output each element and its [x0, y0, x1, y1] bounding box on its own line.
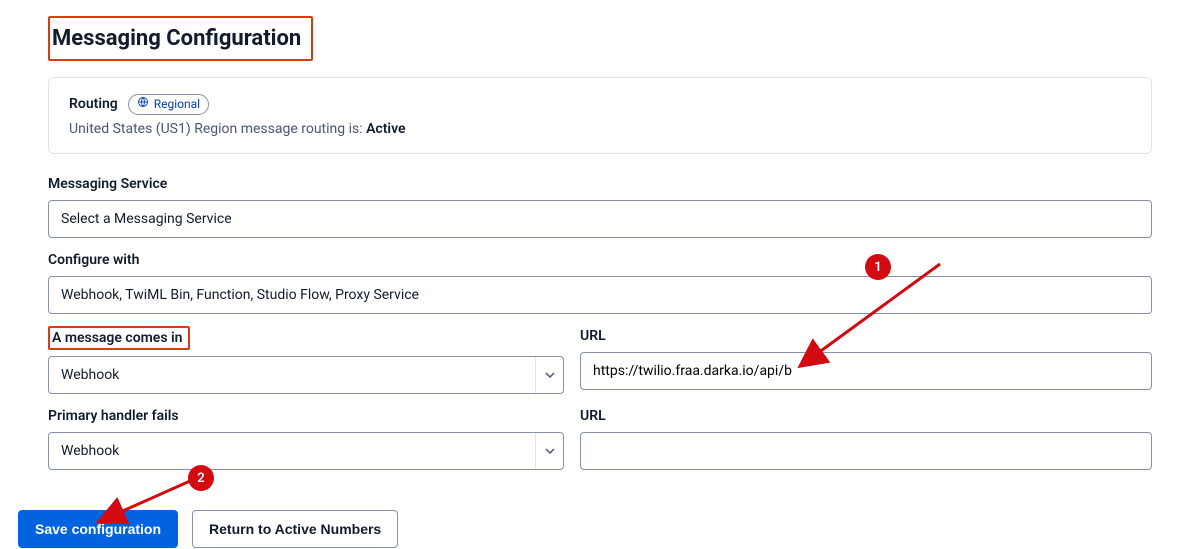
routing-status-value: Active [366, 121, 405, 137]
messaging-service-block: Messaging Service Select a Messaging Ser… [48, 174, 1152, 238]
configure-with-select-wrapper: Webhook, TwiML Bin, Function, Studio Flo… [48, 276, 1152, 314]
configure-with-label: Configure with [48, 250, 145, 270]
message-comes-in-col: A message comes in Webhook [48, 326, 564, 394]
regional-pill[interactable]: Regional [128, 94, 209, 115]
regional-pill-label: Regional [154, 96, 200, 113]
primary-url-label: URL [580, 406, 612, 426]
message-url-label: URL [580, 326, 612, 346]
save-button[interactable]: Save configuration [18, 510, 178, 548]
primary-url-col: URL [580, 406, 1152, 470]
message-comes-in-label: A message comes in [48, 326, 190, 350]
button-row: Save configuration Return to Active Numb… [18, 510, 1200, 548]
routing-box: Routing Regional United States (US1) Reg… [48, 77, 1152, 154]
message-url-col: URL [580, 326, 1152, 394]
configure-with-block: Configure with Webhook, TwiML Bin, Funct… [48, 250, 1152, 314]
page-title: Messaging Configuration [48, 16, 313, 61]
message-comes-in-row: A message comes in Webhook URL [48, 326, 1152, 394]
messaging-config-panel: Messaging Configuration Routing Regional… [18, 6, 1182, 490]
message-comes-in-select[interactable]: Webhook [48, 356, 564, 394]
message-comes-in-select-wrapper: Webhook [48, 356, 564, 394]
primary-handler-label: Primary handler fails [48, 406, 185, 426]
primary-handler-col: Primary handler fails Webhook [48, 406, 564, 470]
routing-status-prefix: United States (US1) Region message routi… [69, 121, 366, 137]
configure-with-select[interactable]: Webhook, TwiML Bin, Function, Studio Flo… [48, 276, 1152, 314]
globe-icon [137, 96, 149, 113]
routing-label: Routing [69, 96, 118, 112]
message-url-input[interactable] [580, 352, 1152, 390]
primary-handler-row: Primary handler fails Webhook URL [48, 406, 1152, 470]
primary-handler-select[interactable]: Webhook [48, 432, 564, 470]
primary-handler-select-wrapper: Webhook [48, 432, 564, 470]
messaging-service-select-wrapper: Select a Messaging Service [48, 200, 1152, 238]
return-button[interactable]: Return to Active Numbers [192, 510, 398, 548]
messaging-service-label: Messaging Service [48, 174, 173, 194]
routing-row: Routing Regional [69, 94, 1131, 115]
routing-status: United States (US1) Region message routi… [69, 121, 1131, 137]
primary-url-input[interactable] [580, 432, 1152, 470]
messaging-service-select[interactable]: Select a Messaging Service [48, 200, 1152, 238]
